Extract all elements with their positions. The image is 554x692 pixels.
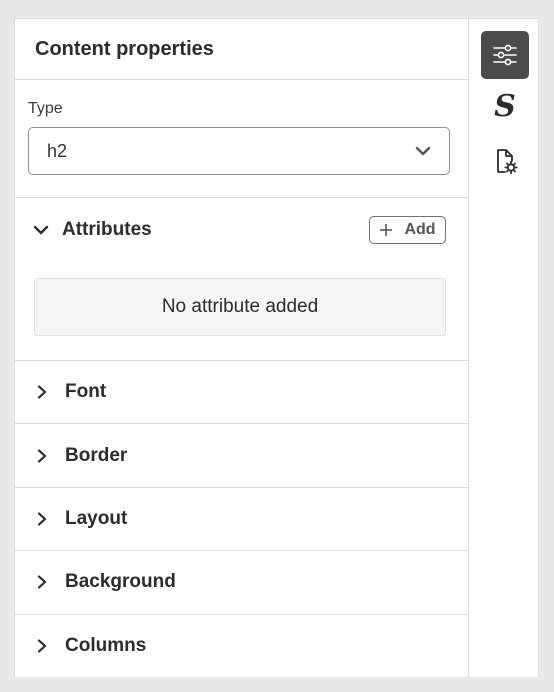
section-border[interactable]: Border bbox=[15, 424, 468, 488]
chevron-down-icon bbox=[415, 146, 431, 156]
type-select[interactable]: h2 bbox=[28, 127, 450, 175]
add-attribute-button[interactable]: Add bbox=[369, 216, 446, 244]
type-section: Type h2 bbox=[15, 80, 468, 198]
right-tool-rail: S bbox=[469, 19, 540, 678]
section-label: Border bbox=[65, 444, 128, 466]
section-background[interactable]: Background bbox=[15, 551, 468, 615]
collapsible-sections: Font Border Layout Background Columns bbox=[15, 361, 468, 678]
properties-rail-button[interactable] bbox=[481, 31, 529, 79]
chevron-right-icon bbox=[37, 575, 47, 589]
chevron-right-icon bbox=[37, 512, 47, 526]
add-attribute-label: Add bbox=[404, 221, 436, 238]
chevron-right-icon bbox=[37, 639, 47, 653]
section-font[interactable]: Font bbox=[15, 361, 468, 425]
attributes-section: Attributes Add No attribute added bbox=[15, 198, 468, 361]
empty-attributes-text: No attribute added bbox=[161, 296, 319, 317]
properties-frame: Content properties Type h2 Attributes Ad… bbox=[14, 18, 540, 678]
section-label: Background bbox=[65, 571, 176, 593]
type-label: Type bbox=[28, 100, 63, 117]
page-settings-icon bbox=[497, 149, 518, 174]
section-label: Columns bbox=[65, 635, 147, 657]
section-label: Font bbox=[65, 381, 107, 403]
sliders-icon bbox=[493, 44, 517, 66]
attributes-toggle[interactable]: Attributes bbox=[32, 219, 152, 241]
plus-icon bbox=[380, 224, 393, 236]
panel-header: Content properties bbox=[15, 19, 468, 80]
section-layout[interactable]: Layout bbox=[15, 488, 468, 552]
chevron-down-icon bbox=[33, 225, 49, 235]
content-properties-panel: Content properties Type h2 Attributes Ad… bbox=[15, 19, 469, 678]
chevron-right-icon bbox=[37, 385, 47, 399]
section-label: Layout bbox=[65, 507, 128, 529]
page-settings-rail-button[interactable] bbox=[481, 137, 529, 185]
panel-title: Content properties bbox=[35, 37, 214, 60]
section-columns[interactable]: Columns bbox=[15, 615, 468, 678]
chevron-right-icon bbox=[37, 448, 47, 463]
styles-icon: S bbox=[494, 89, 516, 124]
styles-rail-button[interactable]: S bbox=[481, 83, 529, 131]
attributes-header: Attributes Add bbox=[32, 198, 446, 262]
attributes-title: Attributes bbox=[62, 219, 152, 240]
empty-attributes-message: No attribute added bbox=[34, 278, 446, 336]
type-select-value: h2 bbox=[47, 140, 68, 161]
